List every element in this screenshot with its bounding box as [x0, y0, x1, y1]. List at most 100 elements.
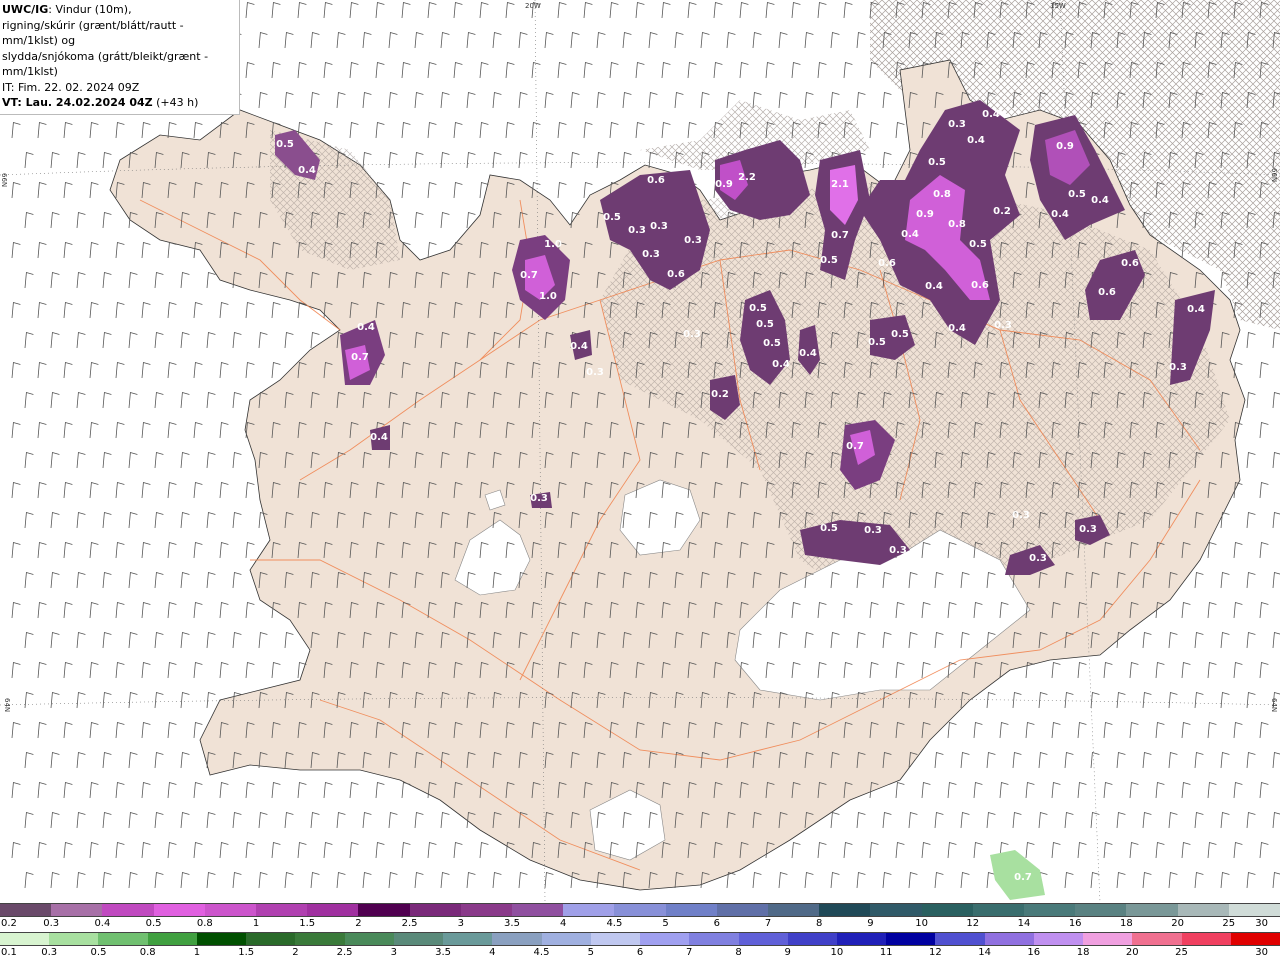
legend-tick-label: 0.2: [1, 918, 17, 929]
lat-66n-left-label: 66N: [0, 173, 8, 187]
precip-label: 0.4: [772, 359, 790, 370]
legend-snow-ticks: 0.2 0.3 0.4 0.5 0.8 1 1.5 2 2.5 3 3.5 4 4.5 5 6 7 8 9 10 12…: [0, 917, 1280, 931]
legend-tick-label: 5: [587, 947, 594, 958]
precip-label: 0.6: [971, 280, 989, 291]
precip-label: 0.7: [1014, 872, 1032, 883]
map-info-box: UWC/IG: Vindur (10m), rigning/skúrir (gr…: [0, 0, 240, 115]
precip-label: 0.4: [799, 348, 817, 359]
legend-tick-label: 6: [713, 918, 720, 929]
legend-tick-label: 3.5: [504, 918, 520, 929]
legend-swatch: [921, 904, 973, 916]
precip-label: 0.4: [982, 109, 1000, 120]
precip-label: 0.5: [276, 139, 294, 150]
precip-label: 0.7: [846, 441, 864, 452]
precip-label: 1.0: [539, 291, 557, 302]
legend-tick-label: 3: [390, 947, 397, 958]
legend-tick-label: 0.5: [90, 947, 107, 958]
legend-tick-label: 10: [830, 947, 844, 958]
precip-label: 0.3: [1169, 362, 1187, 373]
legend-swatch: [358, 904, 410, 916]
precip-label: 0.5: [928, 157, 946, 168]
precip-label: 0.3: [864, 525, 882, 536]
legend-tick-label: 4: [489, 947, 496, 958]
lat-64n-left-label: 64N: [3, 698, 11, 712]
precip-label: 0.3: [889, 545, 907, 556]
legend-swatch: [1083, 933, 1133, 945]
precip-label: 0.5: [749, 303, 767, 314]
legend-tick-label: 9: [867, 918, 874, 929]
legend-swatch: [1230, 933, 1280, 945]
header-line2: rigning/skúrir (grænt/blátt/rautt - mm/1…: [2, 18, 184, 48]
legend-swatch: [102, 904, 154, 916]
legend-tick-label: 4.5: [606, 918, 623, 929]
precip-label: 0.9: [1056, 141, 1074, 152]
precip-label: 0.5: [603, 212, 621, 223]
legend-tick-label: 6: [636, 947, 644, 958]
legend-tick-label: 1.5: [299, 918, 316, 929]
precip-label: 0.7: [520, 270, 538, 281]
legend-tick-label: 18: [1076, 947, 1090, 958]
precip-label: 0.4: [357, 322, 375, 333]
legend-swatch: [295, 933, 345, 945]
legend-tick-label: 25: [1175, 947, 1188, 958]
precip-label: 0.2: [711, 389, 729, 400]
legend-tick-label: 5: [662, 918, 669, 929]
precip-label: 0.3: [642, 249, 660, 260]
precip-label: 0.5: [868, 337, 886, 348]
legend-tick-label: 0.4: [94, 918, 111, 929]
legend-swatch: [1177, 904, 1229, 916]
legend-swatch: [640, 933, 690, 945]
legend-tick-label: 1: [193, 947, 201, 958]
precip-label: 0.4: [967, 135, 985, 146]
legend-tick-label: 2: [355, 918, 362, 929]
legend-swatch: [886, 933, 936, 945]
legend-swatch: [196, 933, 247, 945]
legend-swatch: [492, 933, 542, 945]
legend-tick-label: 3.5: [435, 947, 452, 958]
precip-label: 0.5: [1068, 189, 1086, 200]
precip-label: 0.3: [628, 225, 646, 236]
legend-tick-label: 4: [560, 918, 567, 929]
precip-label: 0.3: [1029, 553, 1047, 564]
legend-tick-label: 8: [816, 918, 823, 929]
legend-swatch: [409, 904, 461, 916]
legend-swatch: [768, 904, 820, 916]
precip-label: 0.4: [370, 432, 388, 443]
precip-label: 0.4: [925, 281, 943, 292]
precip-label: 0.5: [820, 523, 838, 534]
legend-swatch: [51, 904, 103, 916]
legend-swatch: [1024, 904, 1076, 916]
weather-map[interactable]: 20W 15W 66N 66N 64N 64N 0.50.40.30.40.40…: [0, 0, 1280, 902]
legend-tick-label: 1: [252, 918, 260, 929]
legend-tick-label: 0.3: [43, 918, 60, 929]
legend-tick-label: 0.8: [196, 918, 213, 929]
precip-label: 0.3: [1079, 524, 1097, 535]
legend-swatch: [984, 933, 1034, 945]
header-line1: : Vindur (10m),: [48, 3, 132, 16]
legend-swatch: [590, 933, 641, 945]
legend-tick-label: 16: [1068, 918, 1082, 929]
legend-swatch: [819, 904, 871, 916]
precip-label: 0.3: [530, 493, 548, 504]
precip-label: 0.6: [1098, 287, 1116, 298]
legend-snow: 0.2 0.3 0.4 0.5 0.8 1 1.5 2 2.5 3 3.5 4 4.5 5 6 7 8 9 10 12…: [0, 903, 1280, 931]
legend-tick-label: 0.5: [145, 918, 162, 929]
legend-tick-label: 0.1: [1, 947, 17, 958]
precip-label: 0.8: [933, 189, 951, 200]
precip-label: 1.0: [544, 239, 562, 250]
legend-swatch: [614, 904, 666, 916]
legend-swatch: [512, 904, 564, 916]
precip-label: 0.4: [1091, 195, 1109, 206]
legend-snow-swatches: [0, 903, 1280, 917]
legend-swatch: [153, 904, 205, 916]
precip-label: 0.5: [820, 255, 838, 266]
legend-tick-label: 2: [292, 947, 299, 958]
legend-rain-ticks: 0.1 0.3 0.5 0.8 1 1.5 2 2.5 3 3.5 4 4.5 5 6 7 8 9 10 11 12 1…: [0, 946, 1280, 960]
precip-label: 0.6: [667, 269, 685, 280]
precip-label: 0.4: [298, 165, 316, 176]
legend-swatch: [443, 933, 493, 945]
precip-label: 0.9: [715, 179, 733, 190]
legend-swatch: [460, 904, 513, 916]
precip-label: 2.1: [831, 179, 849, 190]
precip-label: 0.8: [948, 219, 966, 230]
